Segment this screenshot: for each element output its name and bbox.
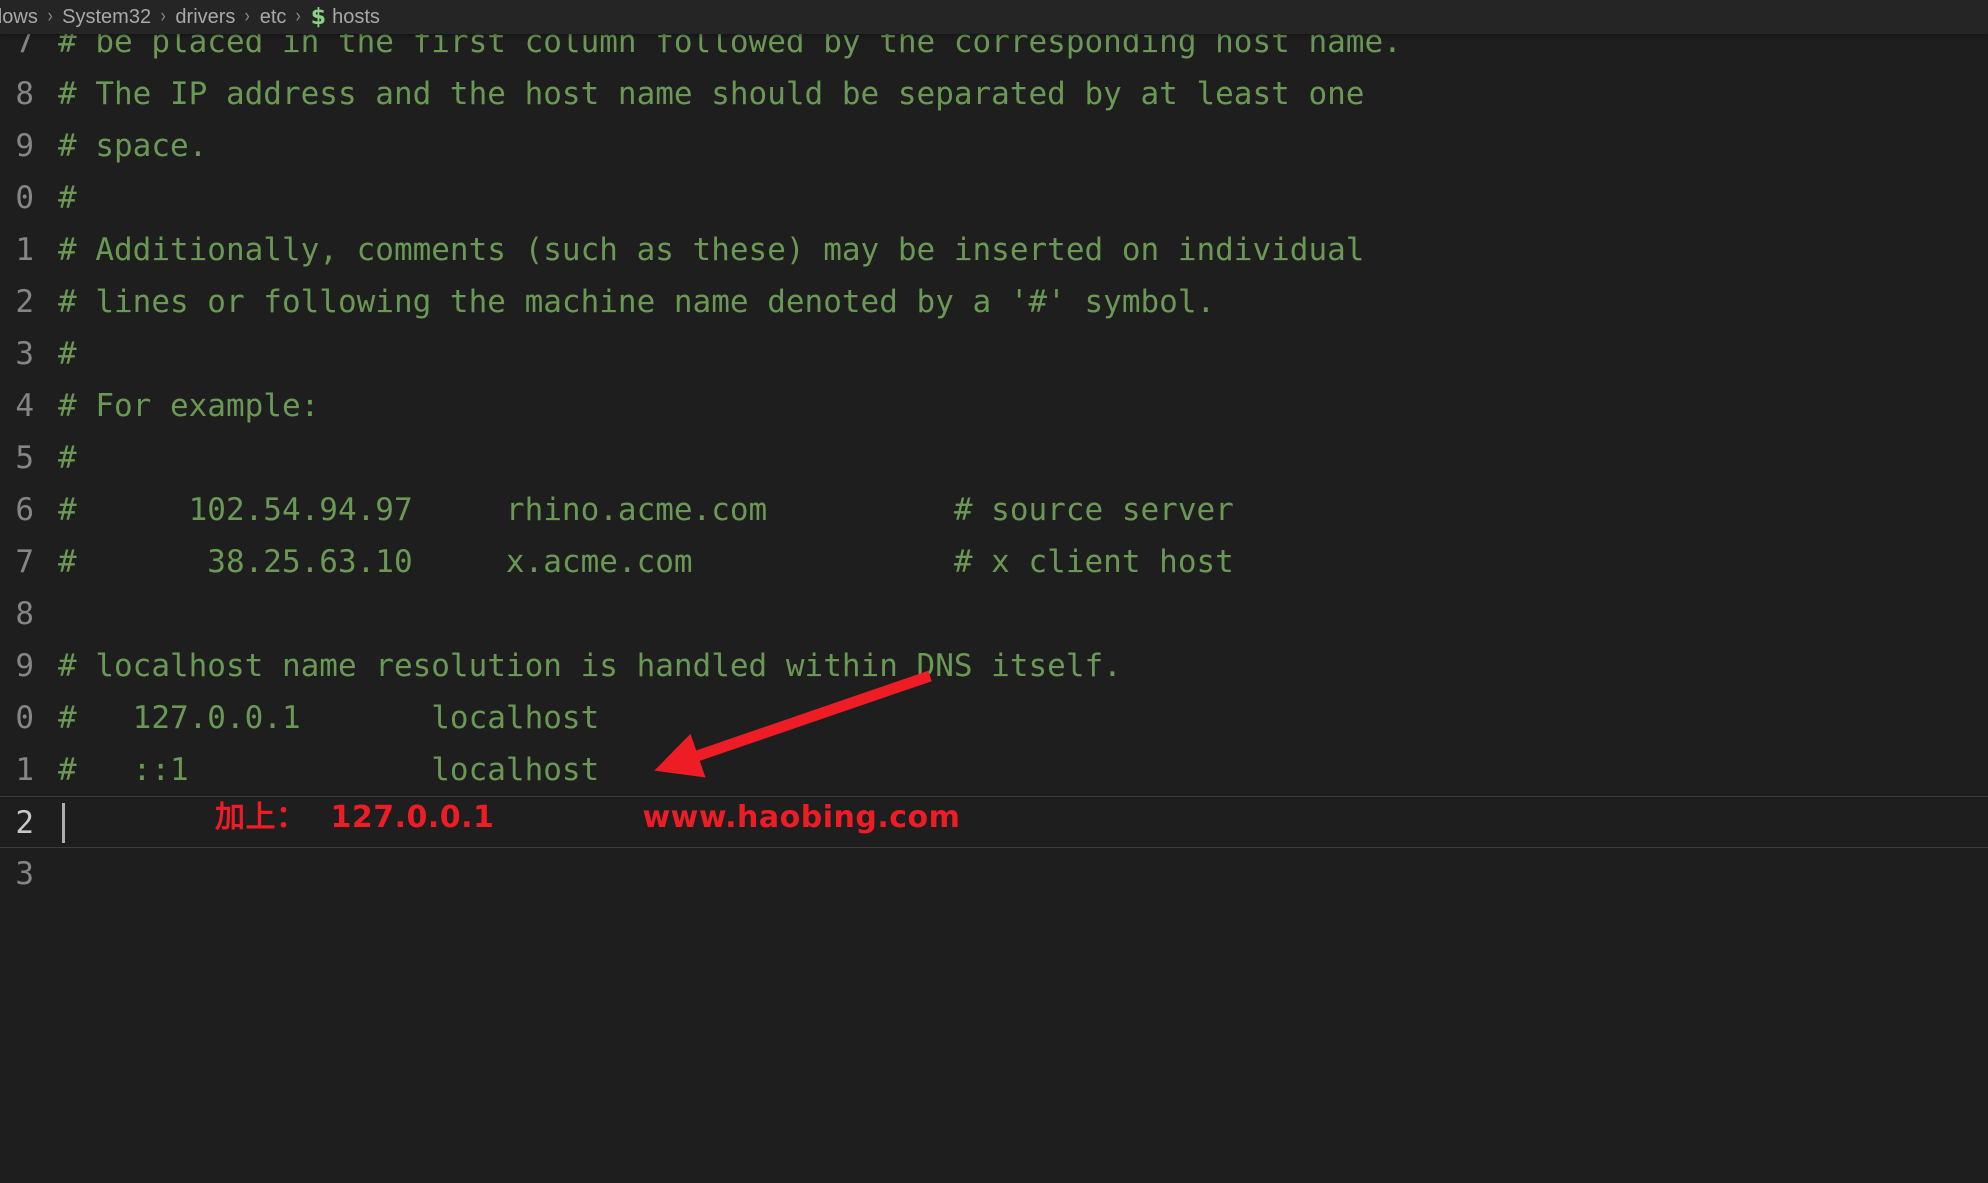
code-text: # 127.0.0.1 localhost [58,700,600,736]
line-number: 9 [15,648,34,684]
code-line[interactable]: 1 # Additionally, comments (such as these… [0,224,1988,276]
line-number: 2 [15,805,34,841]
code-lines-container: 7 # be placed in the first column followe… [0,34,1988,900]
line-number: 7 [15,34,34,60]
line-number: 4 [15,388,34,424]
code-line[interactable]: 1 # ::1 localhost [0,744,1988,796]
code-text: # The IP address and the host name shoul… [58,76,1365,112]
breadcrumb-separator-icon: › [296,6,302,27]
code-text: # [58,336,77,372]
line-number: 0 [15,700,34,736]
code-text: # space. [58,128,208,164]
code-text: # [58,180,77,216]
code-text: # be placed in the first column followed… [58,34,1402,60]
code-line[interactable]: 0 # [0,172,1988,224]
line-number: 9 [15,128,34,164]
line-number: 1 [15,232,34,268]
code-line-active[interactable]: 2 [0,796,1988,848]
code-line[interactable]: 6 # 102.54.94.97 rhino.acme.com # source … [0,484,1988,536]
line-number: 5 [15,440,34,476]
code-line[interactable]: 2 # lines or following the machine name d… [0,276,1988,328]
line-number: 3 [15,856,34,892]
breadcrumb: ndows › System32 › drivers › etc › $hosts [0,0,1988,34]
breadcrumb-item-3[interactable]: etc [258,6,289,29]
code-line[interactable]: 0 # 127.0.0.1 localhost [0,692,1988,744]
code-line[interactable]: 7 # 38.25.63.10 x.acme.com # x client hos… [0,536,1988,588]
line-number: 6 [15,492,34,528]
code-line[interactable]: 8 [0,588,1988,640]
code-text: # lines or following the machine name de… [58,284,1216,320]
code-line[interactable]: 3 [0,848,1988,900]
code-line[interactable]: 8 # The IP address and the host name shou… [0,68,1988,120]
code-line[interactable]: 4 # For example: [0,380,1988,432]
text-cursor [62,803,65,843]
code-line[interactable]: 9 # localhost name resolution is handled … [0,640,1988,692]
breadcrumb-item-1[interactable]: System32 [60,6,153,29]
code-text: # 102.54.94.97 rhino.acme.com # source s… [58,492,1234,528]
line-number: 2 [15,284,34,320]
code-text: # 38.25.63.10 x.acme.com # x client host [58,544,1234,580]
line-number: 8 [15,596,34,632]
breadcrumb-separator-icon: › [245,6,251,27]
code-line[interactable]: 7 # be placed in the first column followe… [0,34,1988,68]
code-line[interactable]: 3 # [0,328,1988,380]
line-number: 7 [15,544,34,580]
code-text: # localhost name resolution is handled w… [58,648,1122,684]
code-line[interactable]: 9 # space. [0,120,1988,172]
code-editor[interactable]: 7 # be placed in the first column followe… [0,34,1988,1183]
code-text: # [58,440,77,476]
code-text: # Additionally, comments (such as these)… [58,232,1365,268]
line-number: 3 [15,336,34,372]
breadcrumb-item-2[interactable]: drivers [173,6,237,29]
breadcrumb-separator-icon: › [160,6,166,27]
breadcrumb-item-file[interactable]: hosts [330,6,382,29]
line-number: 0 [15,180,34,216]
line-number: 1 [15,752,34,788]
code-text: # ::1 localhost [58,752,600,788]
breadcrumb-item-0[interactable]: ndows [0,6,40,29]
code-line[interactable]: 5 # [0,432,1988,484]
shell-script-file-icon: $ [310,4,327,30]
breadcrumb-separator-icon: › [47,6,53,27]
line-number: 8 [15,76,34,112]
code-text: # For example: [58,388,320,424]
